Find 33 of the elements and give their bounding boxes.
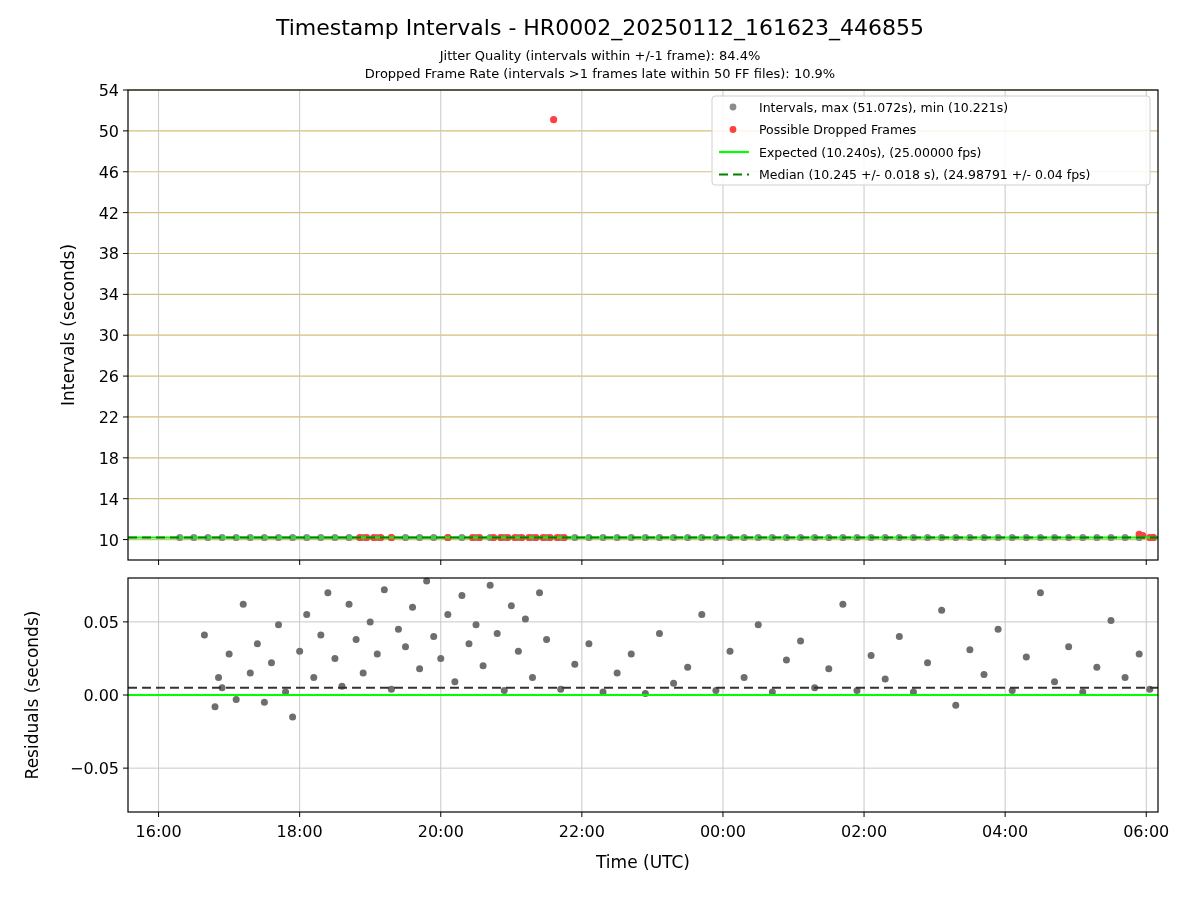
tick-label: 34 bbox=[98, 285, 119, 305]
tick-label: 22 bbox=[98, 407, 119, 427]
y-axis-label: Residuals (seconds) bbox=[22, 610, 42, 780]
tick-label: 0.00 bbox=[83, 686, 119, 705]
tick-label: 00:00 bbox=[699, 822, 746, 841]
tick-label: 18:00 bbox=[276, 822, 323, 841]
tick-label: 38 bbox=[98, 244, 119, 264]
tick-label: 0.05 bbox=[83, 612, 119, 632]
tick-label: 30 bbox=[98, 326, 119, 346]
tick-label: 54 bbox=[98, 84, 119, 100]
legend-label: Expected (10.240s), (25.00000 fps) bbox=[759, 144, 982, 160]
tick-label: 42 bbox=[98, 203, 119, 223]
tick-label: 46 bbox=[98, 162, 119, 182]
legend-label: Possible Dropped Frames bbox=[759, 122, 917, 137]
tick-label: −0.05 bbox=[69, 759, 119, 779]
tick-label: 02:00 bbox=[841, 822, 888, 841]
tick-label: 26 bbox=[98, 367, 119, 387]
y-axis-label: Intervals (seconds) bbox=[58, 243, 78, 407]
tick-label: 14 bbox=[98, 489, 119, 509]
legend-label: Median (10.245 +/- 0.018 s), (24.98791 +/- 0.04 fps) bbox=[759, 167, 1091, 182]
figure-title: Timestamp Intervals - HR0002_20250112_161623_446855 bbox=[275, 14, 925, 43]
tick-label: 18 bbox=[98, 448, 119, 468]
tick-label: 10 bbox=[98, 530, 119, 550]
subtitle: Dropped Frame Rate (intervals >1 frames late within 50 FF files): 10.9% bbox=[364, 65, 836, 83]
tick-label: 16:00 bbox=[135, 822, 182, 841]
legend-label: Intervals, max (51.072s), min (10.221s) bbox=[759, 99, 1009, 115]
subtitle: Jitter Quality (intervals within +/-1 frame): 84.4% bbox=[439, 47, 761, 65]
tick-label: 06:00 bbox=[1123, 822, 1170, 841]
tick-label: 04:00 bbox=[982, 822, 1029, 841]
tick-label: 22:00 bbox=[558, 822, 605, 841]
x-axis-label: Time (UTC) bbox=[596, 852, 690, 872]
tick-label: 20:00 bbox=[417, 822, 464, 841]
tick-label: 50 bbox=[98, 121, 119, 141]
